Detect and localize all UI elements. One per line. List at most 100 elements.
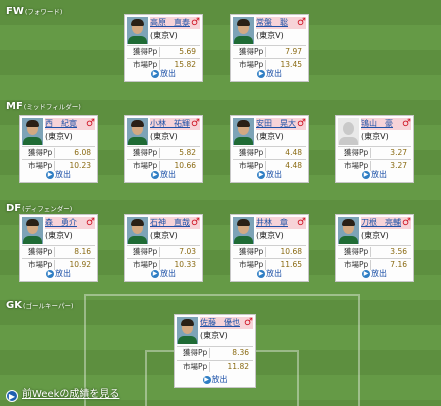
- position-label-mf: MF(ミッドフィルダー): [6, 101, 81, 112]
- player-card-mf2: 小林 祐輝 ♂ (東京V) 獲得Pp 5.82 市場Pp 10.66 ▶ 放出: [124, 115, 203, 183]
- release-button[interactable]: ▶ 放出: [336, 170, 413, 180]
- male-icon: ♂: [244, 317, 253, 328]
- right-arrow-circle-icon: ▶: [257, 269, 265, 278]
- release-button[interactable]: ▶ 放出: [20, 269, 97, 279]
- player-name-link[interactable]: 井林 章: [256, 218, 288, 227]
- player-team: (東京V): [45, 132, 73, 141]
- player-name-link[interactable]: 鴇山 豪: [361, 119, 393, 128]
- release-button[interactable]: ▶ 放出: [231, 269, 308, 279]
- release-link[interactable]: 放出: [266, 170, 282, 179]
- right-arrow-circle-icon: ▶: [257, 170, 265, 179]
- player-photo: [127, 17, 148, 44]
- player-name-link[interactable]: 刀根 亮輔: [361, 218, 401, 227]
- player-team: (東京V): [45, 231, 73, 240]
- earned-points-row: 獲得Pp 10.68: [233, 245, 306, 258]
- release-link[interactable]: 放出: [212, 375, 228, 384]
- earned-points-row: 獲得Pp 6.08: [22, 146, 95, 159]
- release-link[interactable]: 放出: [160, 69, 176, 78]
- position-label-fw: FW(フォワード): [6, 6, 63, 17]
- player-team: (東京V): [361, 231, 389, 240]
- no-photo-placeholder: [338, 118, 359, 145]
- right-arrow-circle-icon: ▶: [202, 375, 211, 384]
- right-arrow-circle-icon: ▶: [362, 269, 370, 278]
- player-team: (東京V): [200, 331, 228, 340]
- right-arrow-circle-icon: ▶: [151, 170, 159, 179]
- player-name-link[interactable]: 佐藤 優也: [200, 318, 240, 327]
- footer: ▶ 前Weekの成績を見る: [0, 384, 441, 406]
- player-photo: [22, 217, 43, 244]
- release-button[interactable]: ▶ 放出: [231, 170, 308, 180]
- earned-points-row: 獲得Pp 7.97: [233, 45, 306, 58]
- release-button[interactable]: ▶ 放出: [336, 269, 413, 279]
- release-link[interactable]: 放出: [266, 69, 282, 78]
- player-name-link[interactable]: 高原 直泰: [150, 18, 190, 27]
- right-arrow-circle-icon: ▶: [46, 170, 54, 179]
- right-arrow-circle-icon: ▶: [46, 269, 54, 278]
- release-link[interactable]: 放出: [371, 269, 387, 278]
- release-link[interactable]: 放出: [55, 170, 71, 179]
- release-link[interactable]: 放出: [371, 170, 387, 179]
- male-icon: ♂: [297, 118, 306, 129]
- earned-points-row: 獲得Pp 8.16: [22, 245, 95, 258]
- earned-points-row: 獲得Pp 4.48: [233, 146, 306, 159]
- player-photo: [127, 217, 148, 244]
- player-photo: [233, 217, 254, 244]
- earned-points-row: 獲得Pp 5.69: [127, 45, 200, 58]
- earned-points-row: 獲得Pp 5.82: [127, 146, 200, 159]
- player-team: (東京V): [150, 231, 178, 240]
- male-icon: ♂: [191, 217, 200, 228]
- player-team: (東京V): [256, 231, 284, 240]
- player-card-fw1: 高原 直泰 ♂ (東京V) 獲得Pp 5.69 市場Pp 15.82 ▶ 放出: [124, 14, 203, 82]
- male-icon: ♂: [402, 217, 411, 228]
- player-team: (東京V): [256, 132, 284, 141]
- earned-points-row: 獲得Pp 3.27: [338, 146, 411, 159]
- player-photo: [338, 217, 359, 244]
- male-icon: ♂: [297, 217, 306, 228]
- player-card-mf1: 西 紀寛 ♂ (東京V) 獲得Pp 6.08 市場Pp 10.23 ▶ 放出: [19, 115, 98, 183]
- player-card-df3: 井林 章 ♂ (東京V) 獲得Pp 10.68 市場Pp 11.65 ▶ 放出: [230, 214, 309, 282]
- player-card-df4: 刀根 亮輔 ♂ (東京V) 獲得Pp 3.56 市場Pp 7.16 ▶ 放出: [335, 214, 414, 282]
- male-icon: ♂: [191, 17, 200, 28]
- market-points-row: 市場Pp 11.82: [177, 360, 253, 373]
- right-arrow-circle-icon: ▶: [151, 69, 159, 78]
- player-card-df1: 森 勇介 ♂ (東京V) 獲得Pp 8.16 市場Pp 10.92 ▶ 放出: [19, 214, 98, 282]
- player-photo: [177, 317, 198, 344]
- player-team: (東京V): [150, 132, 178, 141]
- release-link[interactable]: 放出: [160, 269, 176, 278]
- release-link[interactable]: 放出: [160, 170, 176, 179]
- right-arrow-circle-icon[interactable]: ▶: [6, 390, 18, 402]
- player-card-df2: 石神 直哉 ♂ (東京V) 獲得Pp 7.03 市場Pp 10.33 ▶ 放出: [124, 214, 203, 282]
- male-icon: ♂: [191, 118, 200, 129]
- player-name-link[interactable]: 森 勇介: [45, 218, 77, 227]
- player-card-mf4: 鴇山 豪 ♂ (東京V) 獲得Pp 3.27 市場Pp 3.27 ▶ 放出: [335, 115, 414, 183]
- earned-points-row: 獲得Pp 7.03: [127, 245, 200, 258]
- player-name-link[interactable]: 常盤 聡: [256, 18, 288, 27]
- player-name-link[interactable]: 石神 直哉: [150, 218, 190, 227]
- release-button[interactable]: ▶ 放出: [231, 69, 308, 79]
- player-name-link[interactable]: 小林 祐輝: [150, 119, 190, 128]
- male-icon: ♂: [297, 17, 306, 28]
- position-label-gk: GK(ゴールキーパー): [6, 300, 74, 311]
- earned-points-row: 獲得Pp 8.36: [177, 346, 253, 359]
- release-button[interactable]: ▶ 放出: [125, 69, 202, 79]
- right-arrow-circle-icon: ▶: [362, 170, 370, 179]
- player-name-link[interactable]: 西 紀寛: [45, 119, 77, 128]
- release-link[interactable]: 放出: [266, 269, 282, 278]
- male-icon: ♂: [86, 217, 95, 228]
- earned-points-row: 獲得Pp 3.56: [338, 245, 411, 258]
- male-icon: ♂: [402, 118, 411, 129]
- previous-week-results-link[interactable]: 前Weekの成績を見る: [22, 388, 119, 402]
- male-icon: ♂: [86, 118, 95, 129]
- formation-pitch: FW(フォワード) MF(ミッドフィルダー) DF(ディフェンダー) GK(ゴー…: [0, 0, 441, 406]
- player-card-mf3: 安田 晃大 ♂ (東京V) 獲得Pp 4.48 市場Pp 4.48 ▶ 放出: [230, 115, 309, 183]
- release-button[interactable]: ▶ 放出: [125, 269, 202, 279]
- release-button[interactable]: ▶ 放出: [125, 170, 202, 180]
- release-button[interactable]: ▶ 放出: [20, 170, 97, 180]
- player-team: (東京V): [150, 31, 178, 40]
- player-photo: [22, 118, 43, 145]
- player-name-link[interactable]: 安田 晃大: [256, 119, 296, 128]
- right-arrow-circle-icon: ▶: [151, 269, 159, 278]
- player-photo: [127, 118, 148, 145]
- player-photo: [233, 17, 254, 44]
- release-link[interactable]: 放出: [55, 269, 71, 278]
